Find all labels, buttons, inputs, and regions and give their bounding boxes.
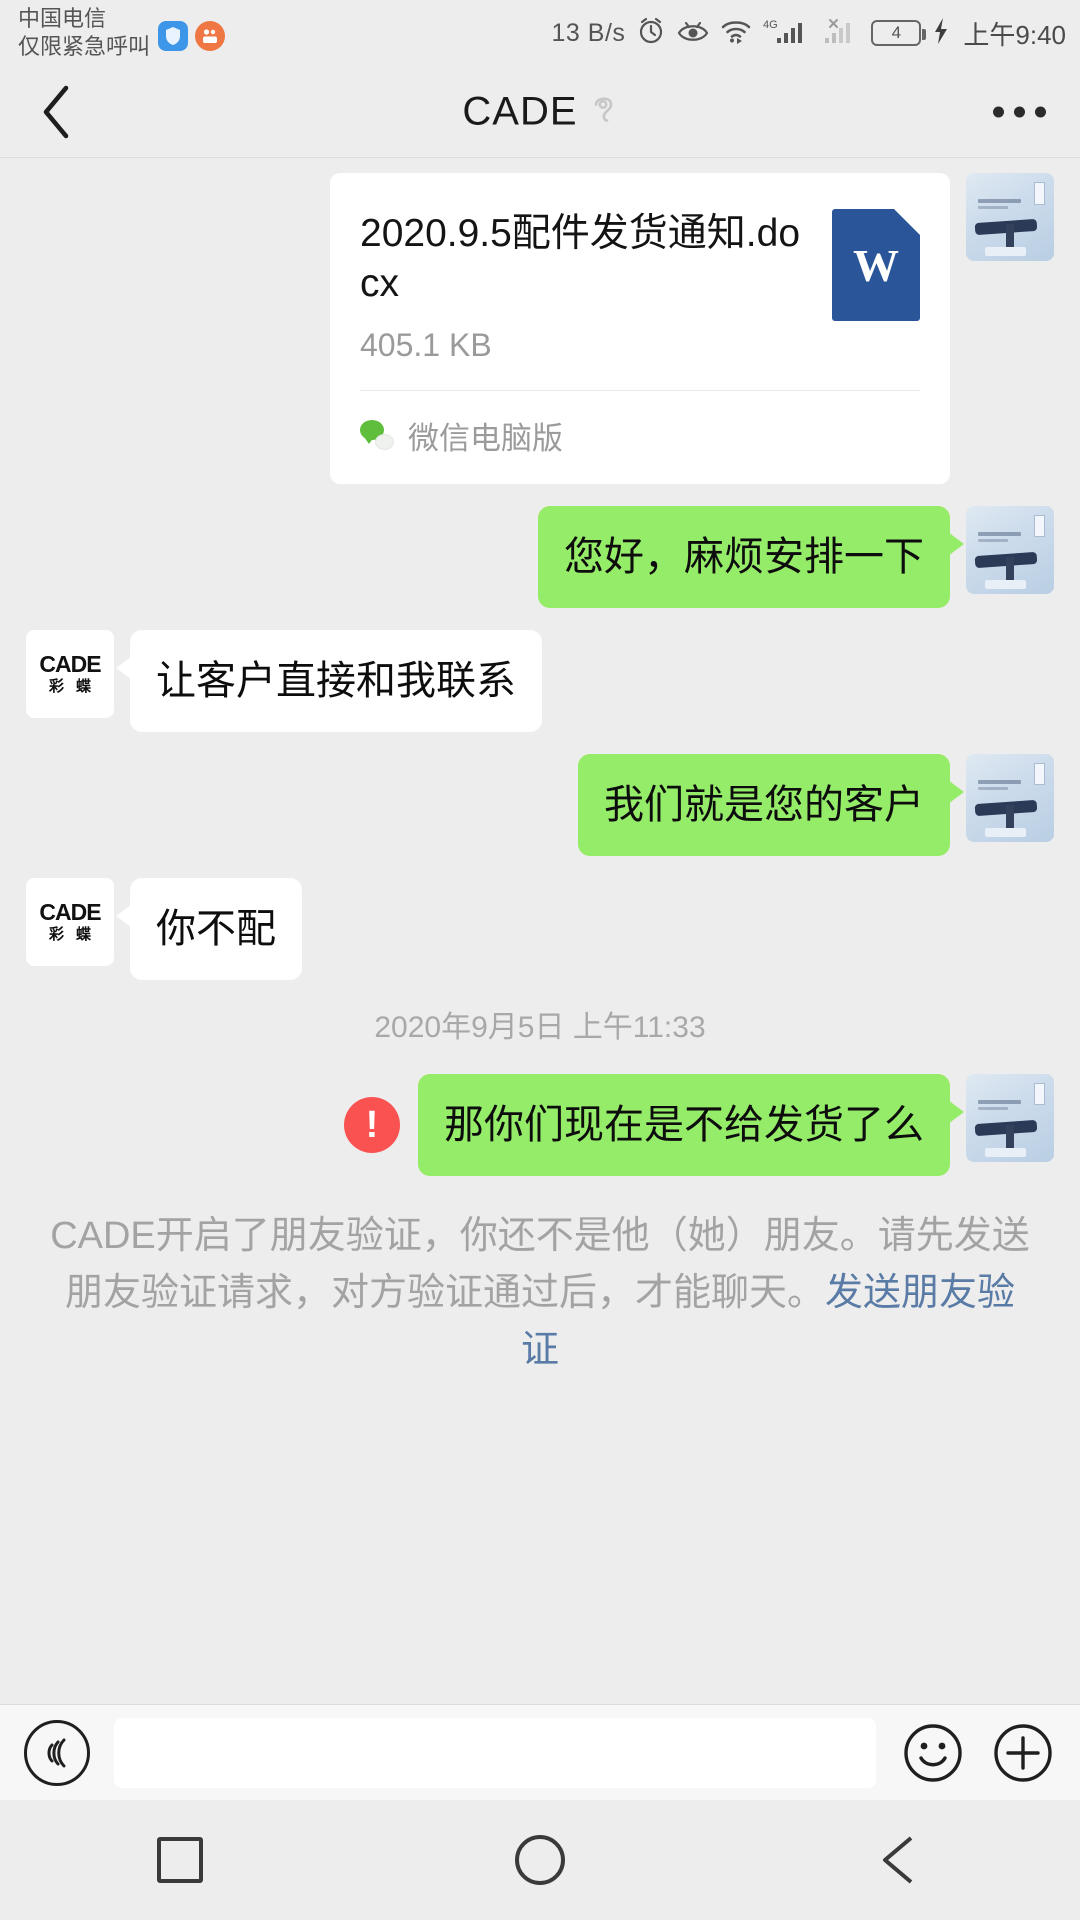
recents-key[interactable] — [120, 1800, 240, 1920]
file-card-body: 2020.9.5配件发货通知.docx 405.1 KB W — [330, 173, 950, 390]
avatar-detail-line1 — [978, 780, 1021, 785]
status-bar-app-icons — [158, 21, 226, 51]
avatar-detail-line1 — [978, 532, 1021, 537]
emoji-smile-icon — [904, 1723, 962, 1782]
charging-bolt-icon — [932, 17, 950, 50]
file-size: 405.1 KB — [360, 326, 492, 363]
file-name: 2020.9.5配件发货通知.docx — [360, 212, 801, 305]
avatar-detail-line2 — [978, 206, 1009, 210]
signal-no-sim-icon — [820, 17, 860, 50]
avatar-scanner-part — [1033, 1082, 1046, 1106]
file-card-footer: 微信电脑版 — [330, 391, 950, 484]
eye-care-icon — [677, 18, 709, 49]
avatar-lamp-base — [985, 246, 1026, 256]
message-bubble-sent[interactable]: 您好，麻烦安排一下 — [538, 505, 964, 608]
carrier-name: 中国电信 — [18, 6, 107, 31]
message-row-3: 我们就是您的客户 — [0, 753, 1080, 856]
message-row-4: CADE 彩蝶 你不配 — [0, 877, 1080, 980]
status-bar-left: 中国电信 仅限紧急呼叫 — [18, 5, 226, 61]
recents-square-icon — [157, 1837, 203, 1883]
word-document-icon: W — [832, 209, 920, 321]
avatar-detail-line1 — [978, 199, 1021, 204]
plus-circle-icon — [994, 1723, 1052, 1782]
avatar-lamp-base — [985, 579, 1026, 589]
avatar-lamp-base — [985, 1147, 1026, 1157]
camera-app-icon — [195, 21, 226, 51]
more-options-button[interactable] — [993, 106, 1046, 117]
avatar-user[interactable] — [966, 1073, 1054, 1162]
chat-header: CADE — [0, 66, 1080, 158]
voice-wave-icon — [47, 1738, 66, 1767]
avatar-detail-line2 — [978, 1107, 1009, 1111]
wechat-bubble-small — [375, 434, 394, 451]
more-dot-1 — [993, 106, 1004, 117]
avatar-user[interactable] — [966, 173, 1054, 261]
chat-title-group: CADE — [0, 89, 1080, 134]
timestamp-text: 2020年9月5日 上午11:33 — [374, 1010, 706, 1044]
message-list[interactable]: 2020.9.5配件发货通知.docx 405.1 KB W 微信电脑版 您好，… — [0, 159, 1080, 1704]
avatar-cade[interactable]: CADE 彩蝶 — [26, 629, 114, 718]
avatar-scanner-part — [1033, 762, 1046, 786]
clock-time: 上午9:40 — [963, 19, 1066, 50]
status-bar: 中国电信 仅限紧急呼叫 13 B/s 4G 4 上午9:40 — [0, 0, 1080, 66]
back-key[interactable] — [840, 1800, 960, 1920]
message-bubble-received[interactable]: 让客户直接和我联系 — [116, 629, 542, 732]
file-source-app: 微信电脑版 — [408, 420, 563, 456]
avatar-detail-line1 — [978, 1100, 1021, 1105]
avatar-detail-line2 — [978, 539, 1009, 543]
battery-level-text: 4 — [891, 23, 902, 42]
android-navigation-bar — [0, 1800, 1080, 1920]
message-row-file: 2020.9.5配件发货通知.docx 405.1 KB W 微信电脑版 — [0, 173, 1080, 484]
avatar-cade[interactable]: CADE 彩蝶 — [26, 877, 114, 966]
message-bubble-sent[interactable]: 我们就是您的客户 — [578, 753, 964, 856]
message-row-5-failed: ! 那你们现在是不给发货了么 — [0, 1073, 1080, 1176]
network-speed-text: 13 B/s — [551, 18, 626, 47]
page-title: CADE — [462, 89, 578, 133]
shield-app-icon — [158, 21, 189, 51]
avatar-lamp-base — [985, 827, 1026, 837]
message-bubble-sent-failed[interactable]: 那你们现在是不给发货了么 — [418, 1073, 964, 1176]
battery-icon: 4 — [871, 20, 927, 46]
mute-ear-icon — [590, 92, 618, 131]
file-card-text: 2020.9.5配件发货通知.docx 405.1 KB — [360, 209, 832, 364]
avatar-user[interactable] — [966, 505, 1054, 594]
message-row-1: 您好，麻烦安排一下 — [0, 505, 1080, 608]
message-input-field[interactable] — [114, 1717, 876, 1788]
home-key[interactable] — [480, 1800, 600, 1920]
signal-4g-icon: 4G — [763, 17, 809, 50]
status-bar-right: 13 B/s 4G 4 上午9:40 — [552, 0, 1066, 66]
wechat-chat-screen: 中国电信 仅限紧急呼叫 13 B/s 4G 4 上午9:40 CADE 2020… — [0, 0, 1080, 1920]
more-dot-3 — [1035, 106, 1046, 117]
file-type-letter: W — [853, 239, 899, 291]
avatar-cade-subtitle: 彩蝶 — [48, 678, 103, 696]
timestamp-divider: 2020年9月5日 上午11:33 — [0, 1002, 1080, 1046]
back-triangle-icon — [883, 1836, 913, 1884]
word-icon-page: W — [832, 209, 920, 321]
message-bubble-received[interactable]: 你不配 — [116, 877, 302, 980]
avatar-cade-subtitle: 彩蝶 — [48, 926, 103, 944]
more-functions-button[interactable] — [990, 1720, 1056, 1786]
svg-text:4G: 4G — [763, 19, 778, 31]
avatar-cade-title: CADE — [39, 899, 101, 926]
avatar-detail-line2 — [978, 787, 1009, 791]
avatar-user[interactable] — [966, 753, 1054, 842]
chat-input-bar — [0, 1704, 1080, 1800]
emoji-button[interactable] — [900, 1720, 966, 1786]
avatar-scanner-part — [1033, 514, 1046, 538]
carrier-status: 仅限紧急呼叫 — [18, 34, 151, 59]
home-circle-icon — [515, 1835, 565, 1885]
wechat-logo-icon — [360, 420, 394, 451]
file-message-bubble[interactable]: 2020.9.5配件发货通知.docx 405.1 KB W 微信电脑版 — [330, 173, 950, 484]
send-failed-badge[interactable]: ! — [344, 1096, 400, 1153]
message-row-2: CADE 彩蝶 让客户直接和我联系 — [0, 629, 1080, 732]
alarm-icon — [636, 16, 666, 51]
carrier-text-block: 中国电信 仅限紧急呼叫 — [18, 5, 150, 61]
avatar-cade-title: CADE — [39, 651, 101, 678]
voice-input-button[interactable] — [24, 1719, 90, 1786]
avatar-scanner-part — [1033, 181, 1046, 205]
wifi-icon — [720, 18, 752, 49]
more-dot-2 — [1014, 106, 1025, 117]
friend-verification-notice: CADE开启了朋友验证，你还不是他（她）朋友。请先发送朋友验证请求，对方验证通过… — [0, 1198, 1080, 1379]
